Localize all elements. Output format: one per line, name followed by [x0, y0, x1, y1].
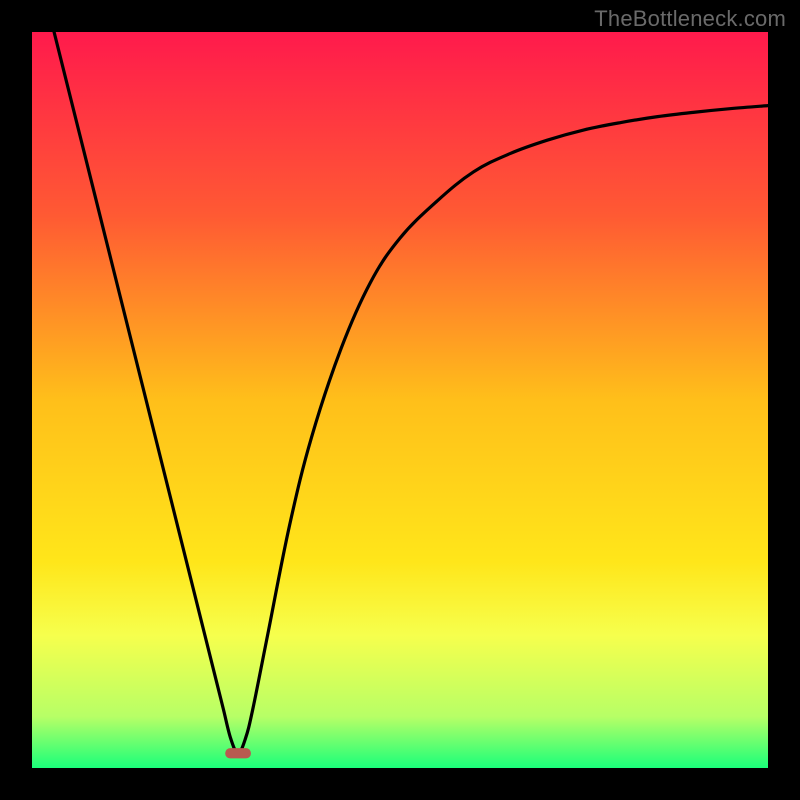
- minimum-marker: [225, 748, 251, 758]
- chart-background: [32, 32, 768, 768]
- chart-svg: [32, 32, 768, 768]
- watermark-text: TheBottleneck.com: [594, 6, 786, 32]
- chart-frame: [32, 32, 768, 768]
